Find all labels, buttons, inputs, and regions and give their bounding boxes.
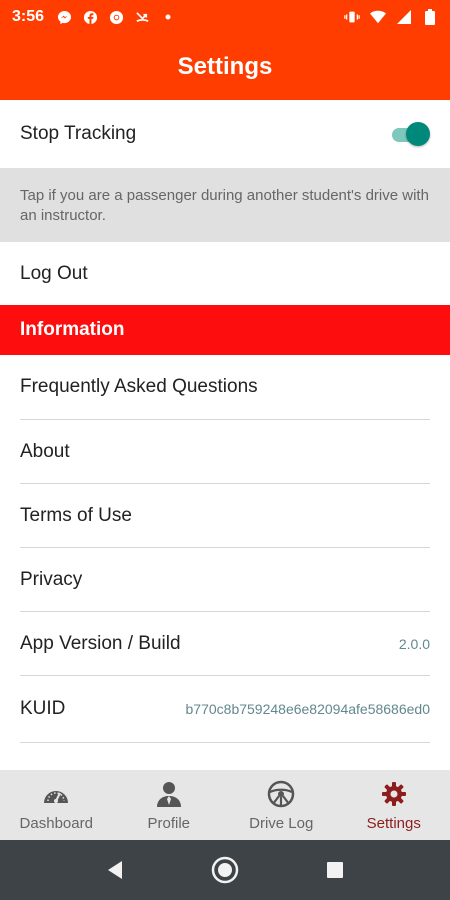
dot-icon bbox=[160, 9, 176, 25]
stop-tracking-toggle[interactable] bbox=[388, 122, 430, 146]
missed-call-icon bbox=[134, 9, 150, 25]
information-section-header: Information bbox=[0, 305, 450, 355]
stop-tracking-helper-text: Tap if you are a passenger during anothe… bbox=[0, 168, 450, 242]
info-item-label: App Version / Build bbox=[20, 632, 181, 654]
info-item-label: KUID bbox=[20, 698, 66, 719]
bottom-nav: Dashboard Profile Drive Log Settings bbox=[0, 770, 450, 840]
info-item-label: Privacy bbox=[20, 568, 83, 590]
nav-tab-label: Profile bbox=[147, 814, 191, 832]
info-item-label: Terms of Use bbox=[20, 504, 132, 526]
recents-button[interactable] bbox=[320, 855, 350, 885]
status-time: 3:56 bbox=[12, 8, 45, 25]
chrome-icon bbox=[108, 9, 124, 25]
system-nav-bar bbox=[0, 840, 450, 900]
info-item-kuid: KUID b770c8b759248e6e82094afe58686ed0 bbox=[0, 676, 450, 742]
info-item-about[interactable]: About bbox=[0, 420, 450, 483]
divider bbox=[20, 742, 430, 743]
home-circle-icon bbox=[211, 856, 239, 884]
vibrate-icon bbox=[344, 9, 360, 25]
recents-square-icon bbox=[327, 862, 343, 878]
battery-icon bbox=[422, 9, 438, 25]
nav-tab-label: Settings bbox=[366, 814, 421, 832]
status-bar: 3:56 bbox=[0, 0, 450, 34]
logout-label: Log Out bbox=[20, 262, 88, 284]
nav-tab-label: Drive Log bbox=[249, 814, 314, 832]
messenger-icon bbox=[56, 9, 72, 25]
info-item-label: Frequently Asked Questions bbox=[20, 376, 258, 397]
nav-tab-dashboard[interactable]: Dashboard bbox=[0, 770, 113, 840]
person-icon bbox=[154, 779, 184, 809]
wifi-icon bbox=[370, 9, 386, 25]
app-bar: Settings bbox=[0, 34, 450, 100]
info-item-faq[interactable]: Frequently Asked Questions bbox=[0, 355, 450, 419]
speedometer-icon bbox=[41, 779, 71, 809]
kuid-value: b770c8b759248e6e82094afe58686ed0 bbox=[185, 701, 430, 717]
info-item-terms[interactable]: Terms of Use bbox=[0, 484, 450, 547]
gear-icon bbox=[379, 779, 409, 809]
back-triangle-icon bbox=[108, 861, 122, 879]
nav-tab-profile[interactable]: Profile bbox=[113, 770, 226, 840]
steering-wheel-icon bbox=[266, 779, 296, 809]
info-item-label: About bbox=[20, 440, 70, 462]
page-title: Settings bbox=[177, 53, 273, 80]
info-item-app-version: App Version / Build 2.0.0 bbox=[0, 612, 450, 675]
facebook-icon bbox=[82, 9, 98, 25]
info-item-privacy[interactable]: Privacy bbox=[0, 548, 450, 611]
back-button[interactable] bbox=[100, 855, 130, 885]
home-button[interactable] bbox=[210, 855, 240, 885]
signal-icon bbox=[396, 9, 412, 25]
nav-tab-drive-log[interactable]: Drive Log bbox=[225, 770, 338, 840]
nav-tab-settings[interactable]: Settings bbox=[338, 770, 450, 840]
stop-tracking-label: Stop Tracking bbox=[20, 123, 137, 144]
stop-tracking-row[interactable]: Stop Tracking bbox=[0, 100, 450, 168]
nav-tab-label: Dashboard bbox=[19, 814, 93, 832]
logout-row[interactable]: Log Out bbox=[0, 242, 450, 305]
app-version-value: 2.0.0 bbox=[398, 635, 430, 652]
